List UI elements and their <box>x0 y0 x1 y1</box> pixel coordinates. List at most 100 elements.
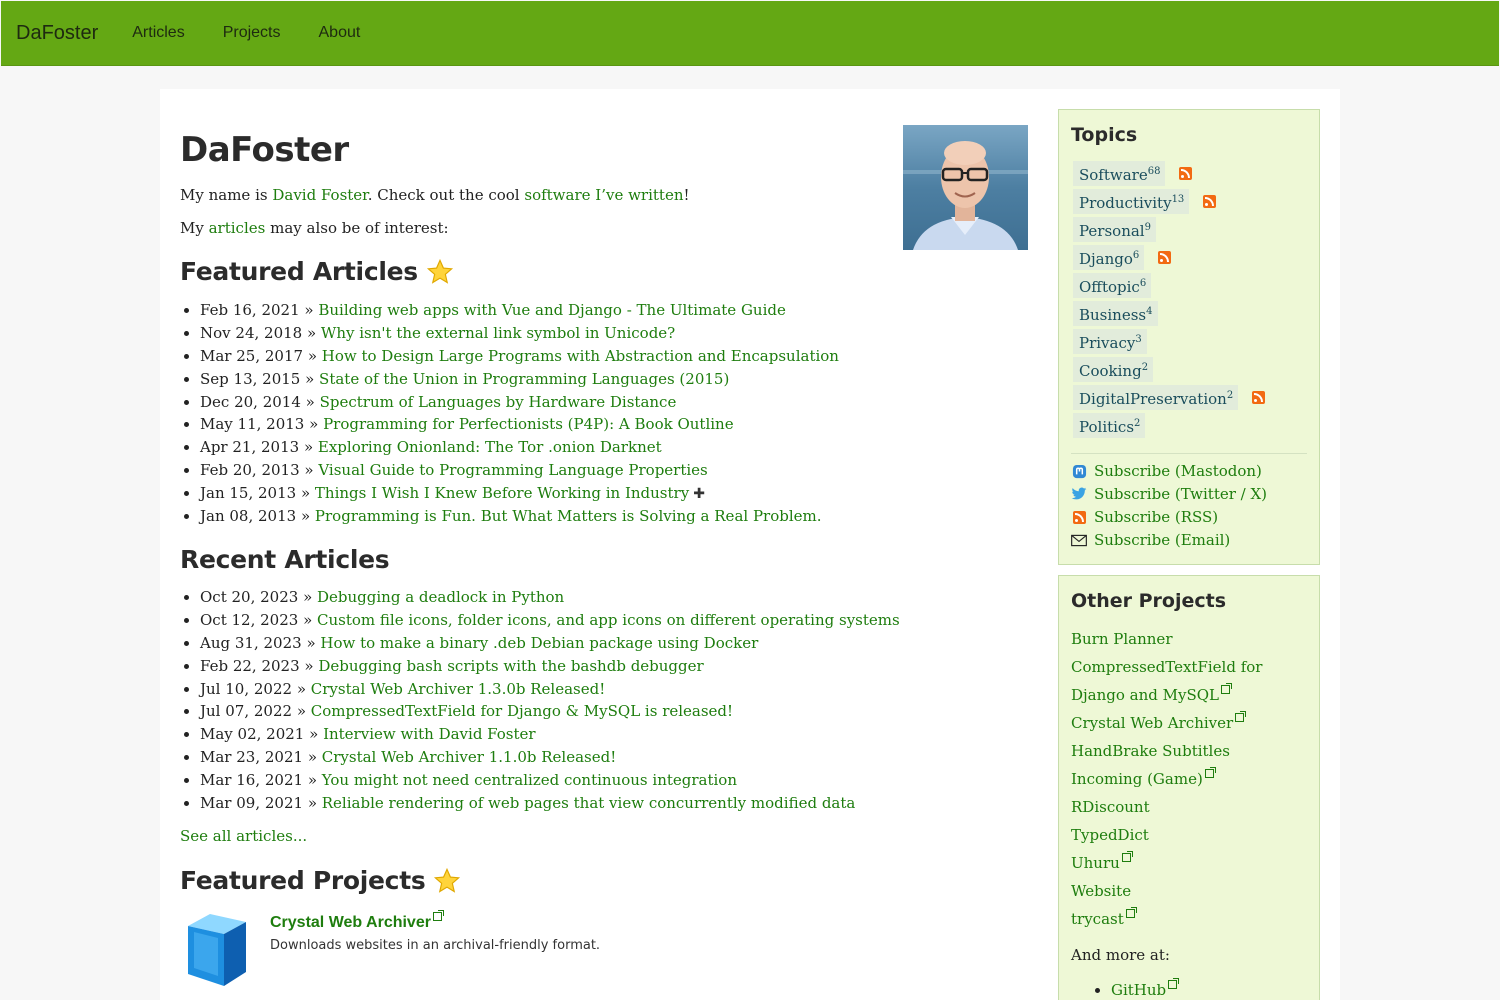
articles-link[interactable]: articles <box>209 219 266 237</box>
other-project-link[interactable]: CompressedTextField for Django and MySQL <box>1071 658 1262 704</box>
other-project-link[interactable]: Incoming (Game) <box>1071 770 1203 788</box>
topic-tag-privacy[interactable]: Privacy3 <box>1073 328 1147 354</box>
topic-tag-cooking[interactable]: Cooking2 <box>1073 356 1154 382</box>
separator: » <box>296 507 315 526</box>
subscribe-link[interactable]: Subscribe (RSS) <box>1094 508 1218 526</box>
article-date: Apr 21, 2013 <box>200 438 300 457</box>
article-link[interactable]: Crystal Web Archiver 1.3.0b Released! <box>311 680 605 698</box>
article-link[interactable]: Visual Guide to Programming Language Pro… <box>318 461 707 479</box>
featured-articles-list: Feb 16, 2021 » Building web apps with Vu… <box>180 299 839 528</box>
article-link[interactable]: Debugging a deadlock in Python <box>317 588 564 606</box>
topic-row: Privacy3 <box>1073 328 1147 354</box>
article-date: Dec 20, 2014 <box>200 392 301 411</box>
article-link[interactable]: CompressedTextField for Django & MySQL i… <box>311 702 733 720</box>
article-link[interactable]: Programming is Fun. But What Matters is … <box>315 507 822 525</box>
subscribe-link[interactable]: Subscribe (Twitter / X) <box>1094 485 1267 503</box>
external-link-icon <box>1168 978 1180 989</box>
list-item: Aug 31, 2023 » How to make a binary .deb… <box>200 632 900 655</box>
topic-tag-politics[interactable]: Politics2 <box>1073 412 1146 438</box>
page-title: DaFoster <box>180 130 349 170</box>
other-project-link[interactable]: Crystal Web Archiver <box>1071 714 1233 732</box>
list-item: Mar 09, 2021 » Reliable rendering of web… <box>200 792 900 815</box>
list-item: Mar 23, 2021 » Crystal Web Archiver 1.1.… <box>200 746 900 769</box>
article-link[interactable]: Exploring Onionland: The Tor .onion Dark… <box>318 438 662 456</box>
topic-tag-digitalpreservation[interactable]: DigitalPreservation2 <box>1073 384 1239 410</box>
separator: » <box>303 794 322 813</box>
other-project-link[interactable]: HandBrake Subtitles <box>1071 742 1230 760</box>
featured-project-title-link[interactable]: Crystal Web Archiver <box>270 910 444 932</box>
other-project-link[interactable]: trycast <box>1071 910 1124 928</box>
subscribe-link[interactable]: Subscribe (Mastodon) <box>1094 462 1262 480</box>
topics-panel: Topics Software68 Productivity13 Personal9… <box>1058 109 1320 565</box>
more-links-list: GitHub <box>1091 978 1180 999</box>
topic-tag-django[interactable]: Django6 <box>1073 244 1145 270</box>
software-link[interactable]: software I’ve written <box>524 186 683 204</box>
other-project-item: Incoming (Game) <box>1071 765 1311 793</box>
rss-icon[interactable] <box>1203 194 1217 208</box>
list-item: Jan 08, 2013 » Programming is Fun. But W… <box>200 505 839 528</box>
list-item: Apr 21, 2013 » Exploring Onionland: The … <box>200 436 839 459</box>
rss-icon[interactable] <box>1179 166 1193 180</box>
topic-name: Offtopic <box>1079 277 1140 296</box>
brand-link[interactable]: DaFoster <box>16 22 98 45</box>
featured-project-description: Downloads websites in an archival-friend… <box>270 938 601 953</box>
featured-projects-heading: Featured Projects <box>180 866 461 895</box>
other-project-link[interactable]: RDiscount <box>1071 798 1150 816</box>
separator: » <box>300 392 320 411</box>
topic-tag-business[interactable]: Business4 <box>1073 300 1158 326</box>
nav-link-projects[interactable]: Projects <box>223 24 281 42</box>
github-link[interactable]: GitHub <box>1111 981 1166 999</box>
article-link[interactable]: You might not need centralized continuou… <box>322 771 737 789</box>
nav-link-about[interactable]: About <box>319 24 361 42</box>
email-icon[interactable] <box>1071 532 1087 548</box>
topic-count: 6 <box>1132 249 1140 261</box>
author-name-link[interactable]: David Foster <box>272 186 367 204</box>
topic-name: DigitalPreservation <box>1079 389 1227 408</box>
topic-row: DigitalPreservation2 <box>1073 384 1266 410</box>
rss-icon[interactable] <box>1252 390 1266 404</box>
section-heading-text: Recent Articles <box>180 545 390 574</box>
topic-row: Productivity13 <box>1073 188 1217 214</box>
other-project-link[interactable]: Website <box>1071 882 1131 900</box>
topic-tag-software[interactable]: Software68 <box>1073 160 1166 186</box>
topic-count: 2 <box>1141 361 1149 373</box>
topic-tag-offtopic[interactable]: Offtopic6 <box>1073 272 1152 298</box>
article-link[interactable]: Things I Wish I Knew Before Working in I… <box>315 484 689 502</box>
article-link[interactable]: State of the Union in Programming Langua… <box>319 370 729 388</box>
article-link[interactable]: Interview with David Foster <box>323 725 536 743</box>
other-project-link[interactable]: TypedDict <box>1071 826 1149 844</box>
mastodon-icon[interactable] <box>1071 463 1087 479</box>
rss-icon[interactable] <box>1158 250 1172 264</box>
separator: » <box>296 484 315 503</box>
more-at-label: And more at: <box>1071 946 1170 964</box>
top-navbar: DaFoster Articles Projects About <box>1 1 1499 66</box>
separator: » <box>303 748 322 767</box>
separator: » <box>298 588 318 606</box>
article-link[interactable]: Custom file icons, folder icons, and app… <box>317 611 900 629</box>
article-link[interactable]: Debugging bash scripts with the bashdb d… <box>318 657 703 675</box>
see-all-articles-link[interactable]: See all articles... <box>180 827 307 845</box>
article-link[interactable]: Programming for Perfectionists (P4P): A … <box>323 415 734 433</box>
article-link[interactable]: Crystal Web Archiver 1.1.0b Released! <box>322 748 616 766</box>
topic-tag-productivity[interactable]: Productivity13 <box>1073 188 1190 214</box>
twitter-icon[interactable] <box>1071 486 1087 502</box>
topic-tag-personal[interactable]: Personal9 <box>1073 216 1156 242</box>
subscribe-link[interactable]: Subscribe (Email) <box>1094 531 1230 549</box>
crystal-cube-icon[interactable] <box>180 912 255 987</box>
other-project-link[interactable]: Burn Planner <box>1071 630 1172 648</box>
article-link[interactable]: Reliable rendering of web pages that vie… <box>322 794 856 812</box>
other-projects-heading: Other Projects <box>1071 590 1227 612</box>
topic-count: 13 <box>1171 193 1185 205</box>
article-link[interactable]: Building web apps with Vue and Django - … <box>318 301 786 319</box>
subscribe-item: Subscribe (RSS) <box>1071 508 1218 526</box>
article-link[interactable]: Why isn't the external link symbol in Un… <box>321 324 675 342</box>
article-link[interactable]: How to Design Large Programs with Abstra… <box>322 347 839 365</box>
other-project-link[interactable]: Uhuru <box>1071 854 1120 872</box>
article-link[interactable]: Spectrum of Languages by Hardware Distan… <box>320 393 677 411</box>
rss-icon[interactable] <box>1071 509 1087 525</box>
article-date: May 11, 2013 <box>200 415 305 434</box>
nav-link-articles[interactable]: Articles <box>132 24 184 42</box>
article-date: Oct 12, 2023 <box>200 610 299 629</box>
section-heading-text: Featured Projects <box>180 866 426 895</box>
article-link[interactable]: How to make a binary .deb Debian package… <box>320 634 758 652</box>
